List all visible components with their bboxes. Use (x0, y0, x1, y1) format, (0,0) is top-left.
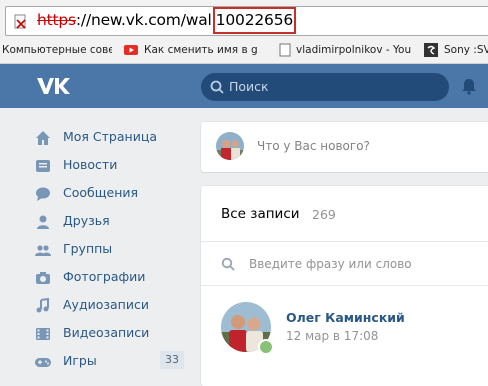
wall-title[interactable]: Все записи (221, 206, 300, 222)
nav-label: Фотографии (63, 269, 146, 284)
camera-icon (36, 272, 50, 284)
nav-item-groups[interactable]: Группы (34, 237, 194, 265)
nav-item-audio[interactable]: Аудиозаписи (34, 293, 194, 321)
site-header: Поиск (0, 64, 488, 108)
vk-logo[interactable] (36, 76, 70, 96)
youtube-icon (124, 45, 138, 55)
games-count-badge: 33 (160, 351, 184, 369)
url-text[interactable]: https://new.vk.com/wall10022656 (37, 11, 293, 29)
nav-item-news[interactable]: Новости (34, 153, 194, 181)
post-author-name[interactable]: Олег Каминский (286, 310, 405, 325)
nav-label: Моя Страница (63, 129, 157, 144)
news-icon (36, 160, 50, 172)
nav-item-photos[interactable]: Фотографии (34, 265, 194, 293)
url-highlighted-id: 10022656 (215, 11, 294, 29)
url-path: ://new.vk.com/wall (75, 11, 216, 29)
nav-item-my-page[interactable]: Моя Страница (34, 125, 194, 153)
nav-label: Группы (63, 241, 113, 256)
divider (201, 285, 488, 286)
url-scheme: https (37, 11, 76, 29)
divider (201, 241, 488, 242)
search-input[interactable]: Поиск (201, 73, 449, 101)
wall-card: Все записи 269 Введите фразу или слово О… (201, 186, 488, 386)
gamepad-icon (35, 358, 51, 367)
wall-search-input[interactable]: Введите фразу или слово (249, 257, 412, 271)
messages-icon (36, 187, 50, 201)
nav-label: Сообщения (63, 185, 139, 200)
bookmark-item[interactable]: Компьютерные сове (2, 44, 112, 56)
new-post-composer[interactable]: Что у Вас нового? (201, 122, 488, 172)
browser-chrome: https://new.vk.com/wall10022656 Компьюте… (0, 0, 488, 64)
wall-post-count: 269 (312, 207, 336, 222)
composer-placeholder: Что у Вас нового? (257, 139, 370, 153)
music-icon (36, 297, 49, 313)
address-bar[interactable]: https://new.vk.com/wall10022656 (5, 6, 488, 36)
page-icon (279, 43, 291, 57)
bookmark-item[interactable]: Sony :SV (444, 44, 488, 56)
bookmarks-bar: Компьютерные сове Как сменить имя в g vl… (0, 38, 488, 64)
nav-label: Друзья (63, 213, 110, 228)
nav-label: Видеозаписи (63, 325, 150, 340)
nav-item-friends[interactable]: Друзья (34, 209, 194, 237)
avatar[interactable] (216, 132, 244, 160)
search-icon (210, 80, 224, 94)
groups-icon (35, 245, 51, 256)
sony-icon (424, 43, 438, 57)
post-date[interactable]: 12 мар в 17:08 (286, 329, 378, 343)
nav-item-video[interactable]: Видеозаписи (34, 321, 194, 349)
online-indicator (258, 339, 274, 355)
search-icon (221, 257, 235, 271)
user-icon (37, 215, 49, 229)
nav-item-games[interactable]: Игры 33 (34, 349, 194, 377)
search-placeholder: Поиск (229, 79, 269, 94)
nav-item-messages[interactable]: Сообщения (34, 181, 194, 209)
left-nav: Моя Страница Новости Сообщения Друзья Гр… (34, 125, 194, 377)
bell-icon[interactable] (460, 77, 478, 95)
video-icon (36, 328, 50, 340)
nav-label: Аудиозаписи (63, 297, 149, 312)
insecure-page-icon (14, 14, 26, 29)
nav-label: Новости (63, 157, 118, 172)
bookmark-item[interactable]: Как сменить имя в g (144, 44, 276, 56)
home-icon (36, 131, 50, 145)
bookmark-item[interactable]: vladimirpolnikov - You (296, 44, 412, 56)
nav-label: Игры (63, 353, 97, 368)
